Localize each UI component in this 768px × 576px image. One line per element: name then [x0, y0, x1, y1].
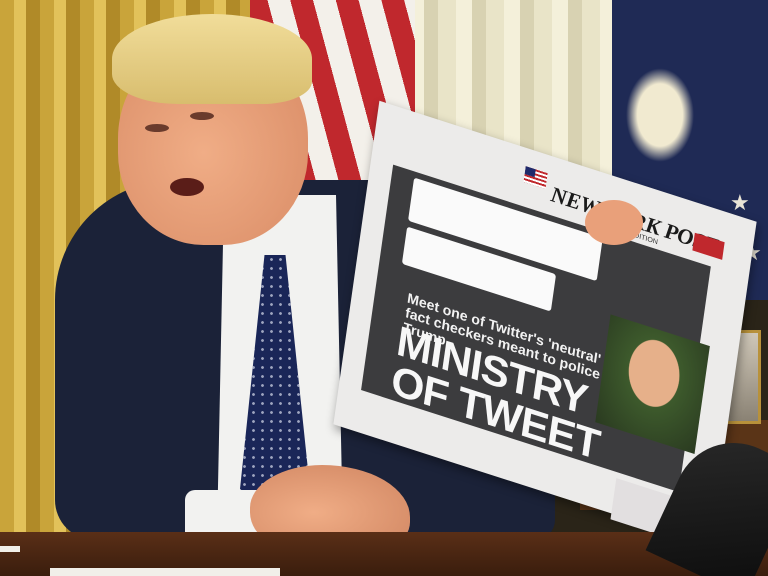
price-box: [692, 232, 725, 260]
newspaper: NEW YORK POST METRO EDITION Meet one of …: [333, 100, 757, 546]
mouth: [170, 178, 204, 196]
eagle-emblem: [620, 60, 700, 170]
desk-papers: [50, 568, 280, 576]
desk-paper: [0, 546, 20, 552]
flag-icon: [523, 166, 548, 189]
left-eye: [145, 124, 169, 132]
front-page-photo-area: Meet one of Twitter's 'neutral' fact che…: [361, 164, 711, 542]
photo-scene: ★ ★ ★ NEW YORK POST METRO EDITION Me: [0, 0, 768, 576]
holding-hand: [585, 200, 643, 245]
hair: [112, 14, 312, 104]
right-eye: [190, 112, 214, 120]
